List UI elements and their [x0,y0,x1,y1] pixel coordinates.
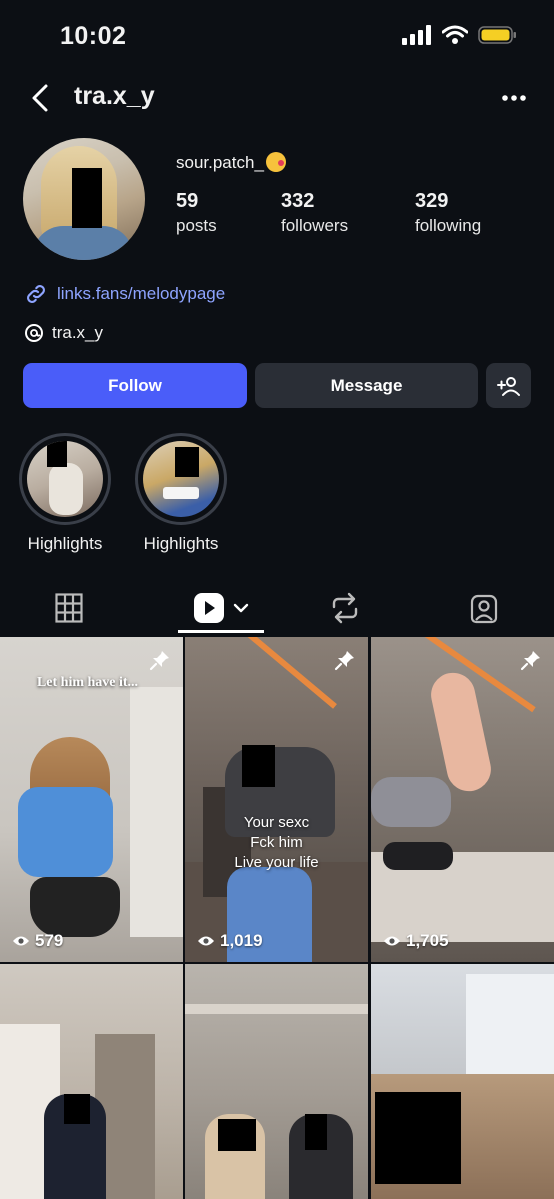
stat-posts-count: 59 [176,190,199,212]
highlight-ring [19,433,111,525]
highlight-item[interactable]: Highlights [19,433,111,554]
chevron-down-icon [233,603,249,613]
redaction-box [242,745,275,787]
display-name: sour.patch_ [176,152,286,173]
highlight-item[interactable]: Highlights [135,433,227,554]
reel-caption-line: Fck him [250,834,303,851]
pin-icon [334,651,354,671]
highlight-label: Highlights [143,534,219,553]
stat-followers-count: 332 [281,190,315,212]
reposts-icon [332,592,358,624]
page-title: tra.x_y [74,82,155,110]
highlight-label: Highlights [27,534,103,553]
reel-view-count: 579 [12,931,63,951]
reel-view-count-text: 1,019 [220,931,263,950]
reel-caption-line: Your sexc [243,814,310,831]
stat-posts[interactable]: 59 posts [176,190,217,236]
status-time: 10:02 [60,22,127,50]
redaction-box [72,168,102,228]
reel-view-count: 1,019 [197,931,263,951]
more-icon[interactable] [500,84,528,112]
reel-thumbnail[interactable] [185,964,368,1199]
reel-caption-line: Live your life [234,854,319,871]
eye-icon [13,936,29,946]
threads-icon [25,324,43,342]
back-icon[interactable] [26,80,56,116]
reel-thumbnail[interactable]: Let him have it... 579 [0,637,183,962]
redaction-box [305,1114,327,1150]
status-bar: 10:02 [0,0,554,70]
tab-reels[interactable] [178,582,264,634]
reel-caption: Let him have it... [36,675,139,690]
tagged-icon [470,594,498,624]
reels-icon [194,593,224,623]
message-button[interactable]: Message [255,363,478,408]
battery-icon [478,26,516,44]
display-name-text: sour.patch_ [176,153,264,172]
reel-view-count: 1,705 [383,931,449,951]
profile-link-text: links.fans/melodypage [57,284,226,303]
avatar[interactable] [23,138,145,260]
profile-tabs [0,582,554,634]
reel-view-count-text: 579 [35,931,64,950]
avatar-top-shape [33,226,133,260]
stat-following[interactable]: 329 following [415,190,481,236]
reel-thumbnail[interactable]: Your sexc Fck him Live your life 1,019 [185,637,368,962]
active-tab-indicator [178,630,264,633]
eye-icon [198,936,214,946]
reel-thumbnail[interactable] [371,964,554,1199]
tab-reposts[interactable] [304,582,386,634]
status-icons [402,25,518,45]
wifi-icon [442,25,468,44]
stat-posts-label: posts [176,216,217,235]
highlight-thumbnail [143,441,219,517]
link-icon [27,285,45,303]
add-person-icon [496,376,520,396]
stat-followers-label: followers [281,216,349,235]
cellular-signal-icon [402,25,431,45]
redaction-box [64,1094,90,1124]
stat-following-label: following [415,216,482,235]
suggest-people-button[interactable] [486,363,531,408]
eye-icon [384,936,400,946]
kiss-emoji-icon [265,152,286,172]
highlight-ring [135,433,227,525]
reel-caption: Your sexc Fck him Live your life [199,813,354,873]
threads-handle: tra.x_y [52,323,104,342]
follow-button[interactable]: Follow [23,363,247,408]
stat-followers[interactable]: 332 followers [281,190,348,236]
reel-view-count-text: 1,705 [406,931,449,950]
tab-tagged[interactable] [443,582,525,634]
threads-badge[interactable]: tra.x_y [24,323,103,343]
tab-grid[interactable] [28,582,110,634]
stat-following-count: 329 [415,190,449,212]
pin-icon [520,651,540,671]
grid-icon [55,593,83,623]
reel-thumbnail[interactable] [0,964,183,1199]
redaction-box [218,1119,256,1151]
profile-link[interactable]: links.fans/melodypage [24,282,225,306]
pin-icon [149,651,169,671]
reel-thumbnail[interactable]: 1,705 [371,637,554,962]
highlight-thumbnail [27,441,103,517]
redaction-box [375,1092,461,1184]
profile-header: tra.x_y [0,76,554,122]
